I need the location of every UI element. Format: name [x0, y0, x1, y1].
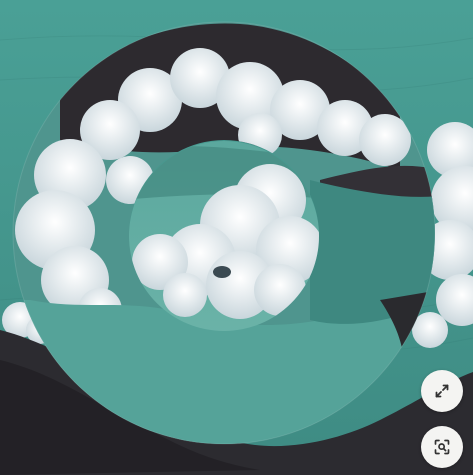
expand-button[interactable] [421, 370, 463, 412]
expand-arrows-icon [432, 381, 452, 401]
visual-search-icon [432, 437, 452, 457]
collage-image [0, 0, 473, 475]
image-viewer [0, 0, 473, 475]
visual-search-button[interactable] [421, 426, 463, 468]
